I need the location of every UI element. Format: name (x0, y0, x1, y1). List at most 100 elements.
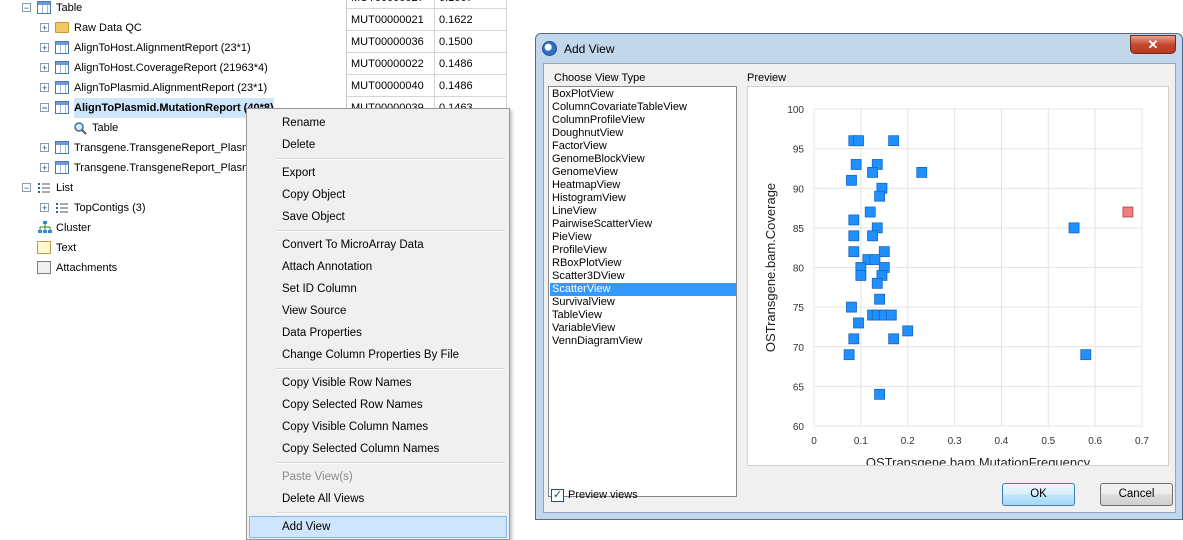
view-type-item[interactable]: GenomeView (550, 166, 736, 179)
menu-item-copy-visible-column-names[interactable]: Copy Visible Column Names (249, 416, 507, 438)
choose-view-type-label: Choose View Type (554, 72, 646, 84)
view-type-item[interactable]: VennDiagramView (550, 335, 736, 348)
menu-item-convert-to-microarray-data[interactable]: Convert To MicroArray Data (249, 234, 507, 256)
data-point (848, 214, 860, 226)
data-point (853, 317, 864, 329)
menu-item-change-column-properties-by-file[interactable]: Change Column Properties By File (249, 344, 507, 366)
view-type-item[interactable]: LineView (550, 205, 736, 218)
view-type-item[interactable]: FactorView (550, 140, 736, 153)
menu-item-copy-visible-row-names[interactable]: Copy Visible Row Names (249, 372, 507, 394)
menu-item-rename[interactable]: Rename (249, 112, 507, 134)
data-point (1080, 349, 1092, 361)
view-type-item[interactable]: Scatter3DView (550, 270, 736, 283)
tree-item-label: TopContigs (3) (74, 202, 146, 214)
dialog-body: Choose View Type BoxPlotView ColumnCovari… (543, 63, 1176, 513)
data-point (848, 246, 860, 258)
table-cell-id[interactable]: MUT00000036 (347, 31, 435, 53)
view-type-item[interactable]: ProfileView (550, 244, 736, 257)
table-cell-value[interactable]: 0.1500 (435, 31, 507, 53)
data-point (1068, 222, 1080, 234)
check-icon: ✓ (552, 489, 563, 501)
tree-item[interactable]: + Raw Data QC (0, 18, 346, 38)
table-icon (55, 61, 69, 74)
text-icon (37, 241, 51, 254)
expand-icon[interactable]: + (40, 43, 49, 53)
expand-icon[interactable]: + (40, 83, 49, 93)
view-type-item[interactable]: ColumnCovariateTableView (550, 101, 736, 114)
table-cell-value[interactable]: 0.1667 (435, 0, 507, 9)
view-type-item[interactable]: PairwiseScatterView (550, 218, 736, 231)
expand-icon[interactable]: + (40, 143, 49, 153)
menu-item-save-object[interactable]: Save Object (249, 206, 507, 228)
tree-item[interactable]: + AlignToPlasmid.AlignmentReport (23*1) (0, 78, 346, 98)
data-point (888, 333, 900, 345)
menu-item-export[interactable]: Export (249, 162, 507, 184)
collapse-icon[interactable]: − (22, 3, 31, 13)
table-cell-value[interactable]: 0.1486 (435, 75, 507, 97)
tree-item[interactable]: + AlignToHost.AlignmentReport (23*1) (0, 38, 346, 58)
view-type-item[interactable]: BoxPlotView (550, 88, 736, 101)
view-type-list[interactable]: BoxPlotView ColumnCovariateTableView Colum… (548, 86, 737, 497)
tree-item[interactable]: − Table (0, 0, 346, 18)
view-type-item[interactable]: HistogramView (550, 192, 736, 205)
view-type-item[interactable]: HeatmapView (550, 179, 736, 192)
preview-views-checkbox[interactable]: ✓ (551, 489, 564, 502)
tree-item[interactable]: + AlignToHost.CoverageReport (21963*4) (0, 58, 346, 78)
data-point (878, 246, 890, 258)
menu-item-attach-annotation[interactable]: Attach Annotation (249, 256, 507, 278)
table-cell-id[interactable]: MUT00000027 (347, 0, 435, 9)
view-type-item[interactable]: SurvivalView (550, 296, 736, 309)
menu-item-view-source[interactable]: View Source (249, 300, 507, 322)
table-cell-id[interactable]: MUT00000021 (347, 9, 435, 31)
data-point (867, 167, 878, 178)
data-point (867, 230, 878, 242)
collapse-icon[interactable]: − (40, 103, 49, 113)
x-tick-label: 0.3 (948, 436, 962, 447)
y-tick-label: 75 (793, 303, 805, 314)
menu-item-set-id-column[interactable]: Set ID Column (249, 278, 507, 300)
x-tick-label: 0.7 (1135, 436, 1149, 447)
view-type-item[interactable]: GenomeBlockView (550, 153, 736, 166)
tree-item-label: Table (92, 122, 119, 134)
table-cell-id[interactable]: MUT00000022 (347, 53, 435, 75)
view-type-item[interactable]: TableView (550, 309, 736, 322)
view-type-item[interactable]: DoughnutView (550, 127, 736, 140)
data-point (850, 159, 862, 170)
data-point (864, 206, 876, 218)
collapse-icon[interactable]: − (22, 183, 31, 193)
table-cell-id[interactable]: MUT00000040 (347, 75, 435, 97)
expand-icon[interactable]: + (40, 23, 49, 33)
cancel-button[interactable]: Cancel (1100, 483, 1173, 506)
ok-button[interactable]: OK (1002, 483, 1075, 506)
menu-item-copy-selected-column-names[interactable]: Copy Selected Column Names (249, 438, 507, 460)
view-type-item[interactable]: ScatterView (550, 283, 736, 296)
menu-item-copy-selected-row-names[interactable]: Copy Selected Row Names (249, 394, 507, 416)
tree-item-label: Transgene.TransgeneReport_Plasm (74, 142, 252, 154)
tree-item-label: Text (56, 242, 77, 254)
expand-icon[interactable]: + (40, 163, 49, 173)
expand-icon[interactable]: + (40, 63, 49, 73)
preview-views-label: Preview views (568, 489, 638, 501)
menu-item-copy-object[interactable]: Copy Object (249, 184, 507, 206)
menu-item-add-view[interactable]: Add View (249, 516, 507, 538)
data-point (885, 309, 897, 321)
view-type-item[interactable]: PieView (550, 231, 736, 244)
close-button[interactable]: ✕ (1130, 35, 1176, 54)
expand-icon[interactable]: + (40, 203, 49, 213)
menu-item-delete[interactable]: Delete (249, 134, 507, 156)
data-point (874, 388, 885, 400)
data-point (916, 167, 928, 178)
data-point (846, 301, 857, 313)
data-point (843, 349, 855, 361)
view-type-item[interactable]: VariableView (550, 322, 736, 335)
data-point (848, 333, 860, 345)
menu-item-data-properties[interactable]: Data Properties (249, 322, 507, 344)
table-cell-value[interactable]: 0.1486 (435, 53, 507, 75)
table-cell-value[interactable]: 0.1622 (435, 9, 507, 31)
view-type-item[interactable]: ColumnProfileView (550, 114, 736, 127)
y-tick-label: 85 (793, 224, 805, 235)
menu-item-delete-all-views[interactable]: Delete All Views (249, 488, 507, 510)
menu-separator (277, 368, 505, 370)
view-type-item[interactable]: RBoxPlotView (550, 257, 736, 270)
x-tick-label: 0.2 (901, 436, 915, 447)
